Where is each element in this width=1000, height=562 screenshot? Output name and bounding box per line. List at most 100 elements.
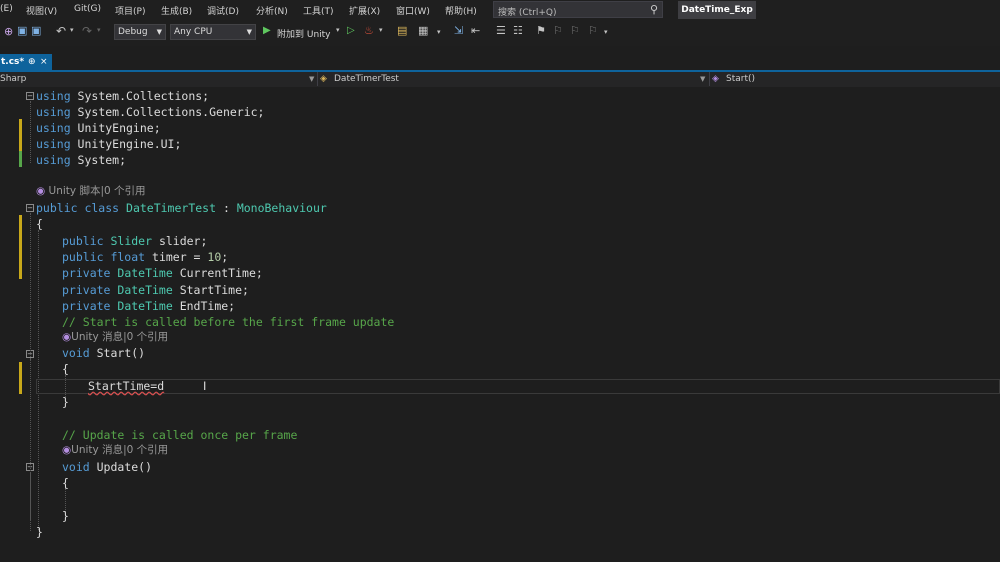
current-line-highlight <box>36 379 1000 394</box>
menu-project[interactable]: 项目(P) <box>115 4 145 17</box>
method-icon: ◈ <box>712 74 719 84</box>
project-dropdown[interactable]: Sharp ▼ <box>0 72 318 86</box>
code-line-field: public float timer = 10; <box>62 250 229 264</box>
attach-unity-button[interactable]: 附加到 Unity <box>277 27 331 40</box>
code-line-using: using System; <box>36 153 127 167</box>
document-tab-bar: t.cs* ⊕ × <box>0 50 1000 72</box>
unity-icon: ◉ <box>36 185 46 197</box>
code-line-brace: } <box>36 525 43 539</box>
search-placeholder: 搜索 (Ctrl+Q) <box>498 8 557 18</box>
redo-icon[interactable]: ↷ <box>82 24 92 38</box>
chevron-down-icon: ▼ <box>309 75 315 83</box>
search-icon[interactable]: ⚲ <box>650 3 658 16</box>
code-line-start-method: void Start() <box>62 346 146 360</box>
undo-dropdown-icon[interactable]: ▾ <box>70 26 74 34</box>
undo-icon[interactable]: ↶ <box>56 24 66 38</box>
menu-analyze[interactable]: 分析(N) <box>256 4 288 17</box>
pin-icon[interactable]: ⊕ <box>28 54 36 70</box>
comment-icon[interactable]: ☰ <box>496 24 506 37</box>
codelens-class[interactable]: ◉ Unity 脚本|0 个引用 <box>36 183 146 199</box>
change-marker-unsaved <box>19 215 22 279</box>
new-item-icon[interactable]: ⊕ <box>4 25 13 38</box>
toolbar: ⊕ ▣ ▣ ↶ ▾ ↷ ▾ Debug ▼ Any CPU ▼ ▶ 附加到 Un… <box>0 20 1000 46</box>
codelens-update[interactable]: ◉Unity 消息|0 个引用 <box>62 442 168 458</box>
menu-help[interactable]: 帮助(H) <box>445 4 477 17</box>
chevron-down-icon: ▼ <box>246 28 252 36</box>
code-line-current[interactable]: StartTime=d <box>88 378 164 394</box>
collapse-icon[interactable]: − <box>26 92 34 100</box>
outline-guide <box>30 359 31 407</box>
code-line-field: private DateTime StartTime; <box>62 283 249 297</box>
menu-window[interactable]: 窗口(W) <box>396 4 430 17</box>
member-dropdown[interactable]: ◈ Start() <box>710 72 1000 86</box>
code-line-comment: // Start is called before the first fram… <box>62 315 395 329</box>
chevron-down-icon: ▼ <box>156 28 162 36</box>
menu-debug[interactable]: 调试(D) <box>207 4 239 17</box>
toolbar-overflow-icon[interactable]: ▾ <box>437 28 441 36</box>
code-line-field: private DateTime EndTime; <box>62 299 236 313</box>
code-line-brace: { <box>62 362 69 376</box>
menu-view[interactable]: 视图(V) <box>26 4 57 17</box>
solution-name-badge[interactable]: DateTime_Exp <box>678 1 756 19</box>
menu-git[interactable]: Git(G) <box>74 4 101 14</box>
code-line-using: using UnityEngine; <box>36 121 161 135</box>
configuration-dropdown[interactable]: Debug ▼ <box>114 24 166 40</box>
clear-bookmark-icon[interactable]: ⚐ <box>588 24 598 37</box>
unity-icon: ◉ <box>62 444 72 456</box>
start-play-icon[interactable]: ▶ <box>263 25 271 36</box>
configuration-value: Debug <box>118 27 148 37</box>
outline-guide <box>30 101 31 163</box>
start-without-debug-icon[interactable]: ▷ <box>347 25 355 36</box>
text-cursor-icon: I <box>203 379 207 393</box>
layout-icon[interactable]: ▦ <box>418 24 428 37</box>
search-box[interactable]: 搜索 (Ctrl+Q) ⚲ <box>493 1 663 18</box>
code-line-brace: { <box>36 217 43 231</box>
class-dropdown[interactable]: ◈ DateTimerTest ▼ <box>318 72 710 86</box>
next-bookmark-icon[interactable]: ⚐ <box>570 24 580 37</box>
menu-edit[interactable]: (E) <box>0 4 13 14</box>
redo-dropdown-icon[interactable]: ▾ <box>97 26 101 34</box>
codelens-start[interactable]: ◉Unity 消息|0 个引用 <box>62 329 168 345</box>
code-line-brace: } <box>62 509 69 523</box>
member-name: Start() <box>726 74 756 84</box>
code-line-comment: // Update is called once per frame <box>62 428 298 442</box>
uncomment-icon[interactable]: ☷ <box>513 24 523 37</box>
format-icon[interactable]: ⇤ <box>471 24 480 37</box>
menu-build[interactable]: 生成(B) <box>161 4 192 17</box>
save-all-icon[interactable]: ▣ <box>31 24 41 37</box>
code-line-field: public Slider slider; <box>62 234 208 248</box>
code-line-class: public class DateTimerTest : MonoBehavio… <box>36 201 327 215</box>
class-name: DateTimerTest <box>334 74 399 84</box>
step-icon[interactable]: ⇲ <box>454 24 463 37</box>
change-marker-unsaved <box>19 362 22 394</box>
platform-value: Any CPU <box>174 27 213 37</box>
class-icon: ◈ <box>320 74 327 84</box>
browse-icon[interactable]: ▤ <box>397 24 407 37</box>
platform-dropdown[interactable]: Any CPU ▼ <box>170 24 256 40</box>
tab-title: t.cs* <box>1 57 25 67</box>
hot-reload-icon[interactable]: ♨ <box>364 24 374 37</box>
code-editor[interactable]: − − − − using System.Collections; using … <box>0 88 1000 562</box>
code-line-field: private DateTime CurrentTime; <box>62 266 263 280</box>
code-line-brace: { <box>62 476 69 490</box>
change-marker-unsaved <box>19 119 22 151</box>
tab-datetimertest-cs[interactable]: t.cs* ⊕ × <box>0 54 52 70</box>
bookmark-icon[interactable]: ⚑ <box>536 24 546 37</box>
toolbar-overflow-icon[interactable]: ▾ <box>604 28 608 36</box>
close-icon[interactable]: × <box>40 54 48 70</box>
change-marker-saved <box>19 151 22 167</box>
code-line-update-method: void Update() <box>62 460 153 474</box>
menu-tools[interactable]: 工具(T) <box>303 4 334 17</box>
attach-dropdown-icon[interactable]: ▾ <box>336 26 340 34</box>
collapse-icon[interactable]: − <box>26 204 34 212</box>
prev-bookmark-icon[interactable]: ⚐ <box>553 24 563 37</box>
hot-reload-dropdown-icon[interactable]: ▾ <box>379 26 383 34</box>
code-line-using: using System.Collections.Generic; <box>36 105 265 119</box>
project-name: Sharp <box>0 74 27 84</box>
menu-extensions[interactable]: 扩展(X) <box>349 4 380 17</box>
menu-bar: (E) 视图(V) Git(G) 项目(P) 生成(B) 调试(D) 分析(N)… <box>0 0 1000 20</box>
save-icon[interactable]: ▣ <box>17 24 27 37</box>
chevron-down-icon: ▼ <box>700 75 706 83</box>
code-line-using: using UnityEngine.UI; <box>36 137 182 151</box>
code-line-brace: } <box>62 395 69 409</box>
